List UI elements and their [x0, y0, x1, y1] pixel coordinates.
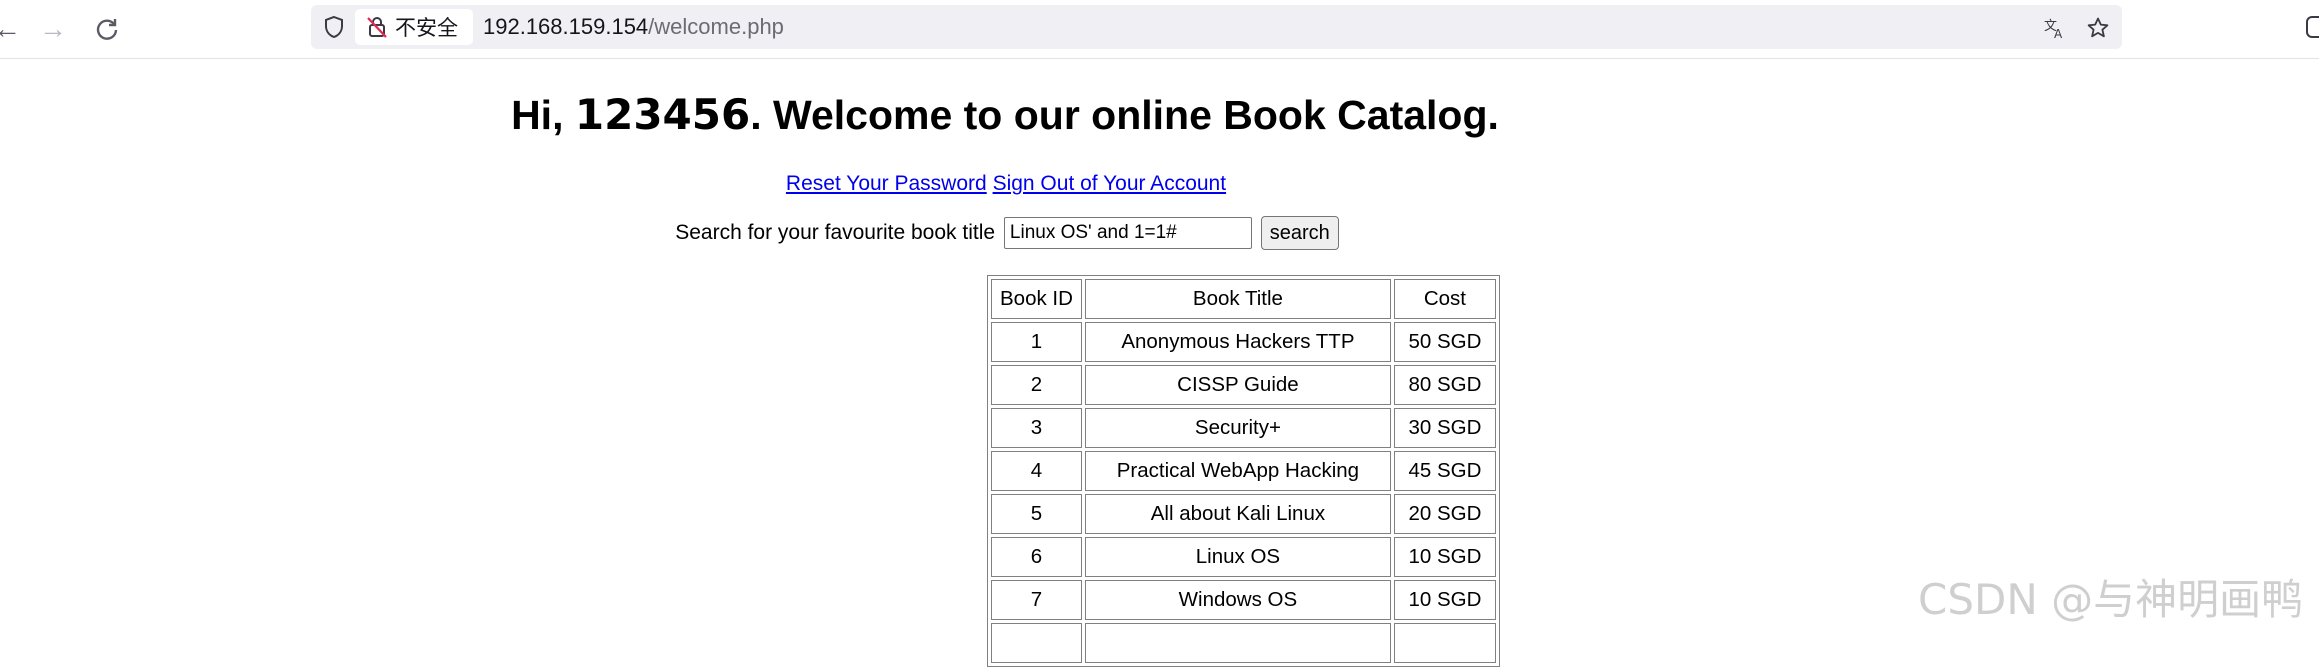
- back-icon[interactable]: ←: [0, 12, 24, 46]
- username: 123456: [574, 90, 751, 139]
- reset-password-link[interactable]: Reset Your Password: [786, 172, 987, 195]
- url-text[interactable]: 192.168.159.154/welcome.php: [483, 14, 784, 40]
- cell-book-title: [1084, 623, 1391, 663]
- cell-book-title: CISSP Guide: [1084, 365, 1391, 405]
- book-table: Book ID Book Title Cost 1 Anonymous Hacke…: [987, 275, 1500, 667]
- reload-icon[interactable]: [90, 12, 124, 46]
- cell-cost: 45 SGD: [1393, 451, 1496, 491]
- table-row: 5 All about Kali Linux 20 SGD: [991, 494, 1496, 534]
- cell-cost: 10 SGD: [1393, 537, 1496, 577]
- cell-book-id: 2: [991, 365, 1082, 405]
- url-host: 192.168.159.154: [483, 14, 649, 39]
- table-row: [991, 623, 1496, 663]
- greeting-text: Hi,: [511, 92, 575, 138]
- table-row: 6 Linux OS 10 SGD: [991, 537, 1496, 577]
- cell-book-id: [991, 623, 1082, 663]
- shield-icon[interactable]: [321, 14, 347, 40]
- table-header-row: Book ID Book Title Cost: [991, 279, 1496, 319]
- forward-icon[interactable]: →: [36, 12, 70, 46]
- insecure-connection-chip[interactable]: 不安全: [355, 9, 473, 45]
- table-row: 3 Security+ 30 SGD: [991, 408, 1496, 448]
- search-label: Search for your favourite book title: [675, 221, 996, 244]
- insecure-lock-icon: [367, 17, 387, 38]
- insecure-label: 不安全: [395, 17, 458, 40]
- cell-book-id: 6: [991, 537, 1082, 577]
- table-row: 2 CISSP Guide 80 SGD: [991, 365, 1496, 405]
- cell-book-id: 3: [991, 408, 1082, 448]
- header-book-id: Book ID: [991, 279, 1082, 319]
- cell-cost: [1393, 623, 1496, 663]
- sign-out-link[interactable]: Sign Out of Your Account: [993, 172, 1227, 195]
- address-bar[interactable]: 不安全 192.168.159.154/welcome.php 文A: [311, 5, 2122, 49]
- table-row: 7 Windows OS 10 SGD: [991, 580, 1496, 620]
- cell-cost: 20 SGD: [1393, 494, 1496, 534]
- bookmark-star-icon[interactable]: [2085, 15, 2111, 41]
- url-path: /welcome.php: [648, 14, 784, 39]
- cell-book-title: All about Kali Linux: [1084, 494, 1391, 534]
- cell-book-title: Windows OS: [1084, 580, 1391, 620]
- cell-book-title: Security+: [1084, 408, 1391, 448]
- translate-icon[interactable]: 文A: [2042, 15, 2068, 41]
- welcome-text: . Welcome to our online Book Catalog.: [750, 92, 1499, 138]
- search-form: Search for your favourite book title sea…: [0, 216, 2014, 250]
- cell-book-id: 1: [991, 322, 1082, 362]
- extensions-icon[interactable]: [2303, 14, 2319, 40]
- page-title: Hi, 123456. Welcome to our online Book C…: [0, 90, 2010, 139]
- browser-toolbar: ← → 不安全 192.168.159.154/welcome.php 文A: [0, 0, 2319, 59]
- search-button[interactable]: search: [1260, 216, 1339, 250]
- cell-cost: 10 SGD: [1393, 580, 1496, 620]
- search-input[interactable]: [1003, 217, 1252, 249]
- cell-book-title: Anonymous Hackers TTP: [1084, 322, 1391, 362]
- table-row: 4 Practical WebApp Hacking 45 SGD: [991, 451, 1496, 491]
- account-links: Reset Your Password Sign Out of Your Acc…: [0, 172, 2012, 196]
- cell-book-id: 5: [991, 494, 1082, 534]
- svg-text:A: A: [2054, 27, 2063, 40]
- cell-book-title: Practical WebApp Hacking: [1084, 451, 1391, 491]
- cell-cost: 80 SGD: [1393, 365, 1496, 405]
- cell-book-id: 7: [991, 580, 1082, 620]
- watermark: CSDN @与神明画鸭: [1918, 575, 2304, 624]
- cell-book-title: Linux OS: [1084, 537, 1391, 577]
- cell-cost: 30 SGD: [1393, 408, 1496, 448]
- cell-book-id: 4: [991, 451, 1082, 491]
- cell-cost: 50 SGD: [1393, 322, 1496, 362]
- header-book-title: Book Title: [1084, 279, 1391, 319]
- table-row: 1 Anonymous Hackers TTP 50 SGD: [991, 322, 1496, 362]
- header-cost: Cost: [1393, 279, 1496, 319]
